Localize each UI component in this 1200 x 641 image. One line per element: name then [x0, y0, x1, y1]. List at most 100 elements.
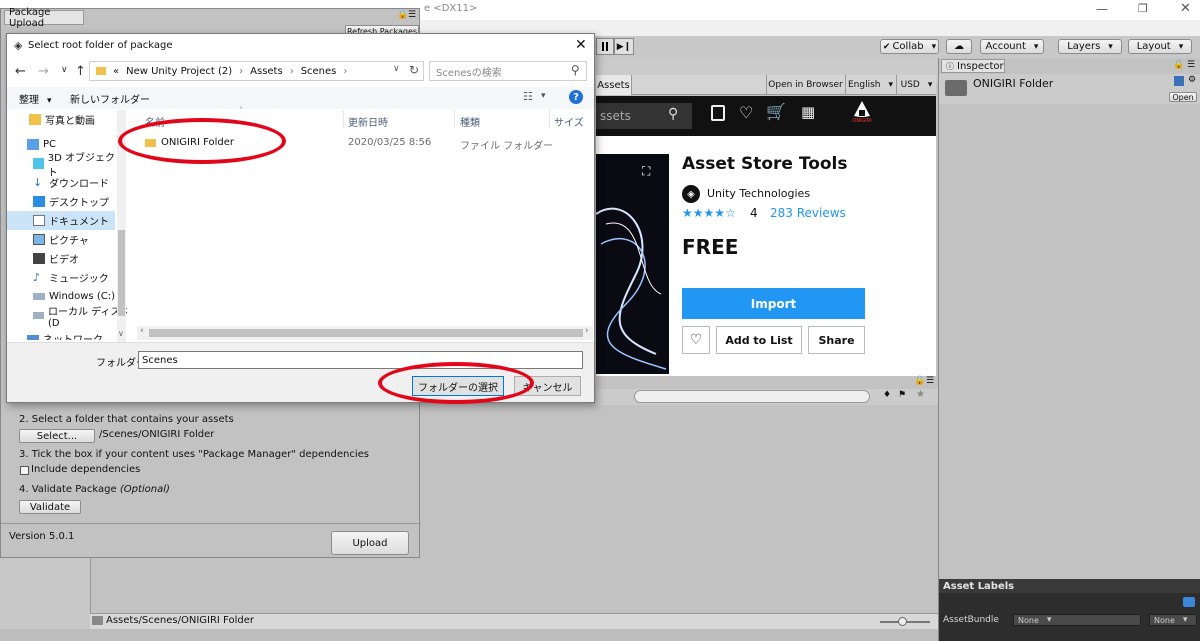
minimize-icon[interactable]: —	[1096, 2, 1108, 16]
nav-item-photos[interactable]: 写真と動画	[7, 110, 117, 129]
upload-button[interactable]: Upload	[331, 531, 409, 555]
settings-icon[interactable]: ⚙	[1188, 75, 1196, 85]
onigiri-logo[interactable]: ONIGIRI	[848, 100, 876, 132]
nav-label: ローカル ディスク (D	[47, 306, 127, 329]
product-image[interactable]: ⛶	[596, 154, 669, 374]
filter-icon[interactable]: ♦	[883, 390, 891, 400]
recent-chevron-icon[interactable]: ∨	[61, 65, 68, 75]
organize-label: 整理	[19, 95, 39, 106]
layout-dropdown[interactable]: Layout	[1128, 39, 1192, 54]
folder-icon	[29, 114, 41, 125]
inspector-menu-icon[interactable]: ☰	[1187, 60, 1195, 70]
address-bar[interactable]: « New Unity Project (2) › Assets › Scene…	[89, 61, 424, 81]
view-dropdown-icon[interactable]: ▾	[541, 91, 546, 101]
column-divider[interactable]	[454, 110, 455, 128]
address-dropdown-icon[interactable]: ∨	[393, 64, 400, 74]
breadcrumb-assets[interactable]: Assets	[250, 66, 283, 77]
selected-path: Assets/Scenes/ONIGIRI Folder	[106, 615, 254, 626]
folder-name-input[interactable]: Scenes	[138, 351, 583, 369]
fullscreen-icon[interactable]: ⛶	[642, 164, 650, 179]
file-list-hscrollbar[interactable]: ‹ ›	[137, 326, 593, 340]
nav-item-music[interactable]: ♪ ミュージック	[7, 268, 117, 287]
pu-lock-icon[interactable]: 🔒	[397, 10, 408, 20]
nav-item-videos[interactable]: ビデオ	[7, 249, 117, 268]
star-icon[interactable]: ★	[916, 389, 925, 400]
tab-package-upload[interactable]: Package Upload	[4, 7, 84, 29]
breadcrumb-overflow[interactable]: «	[113, 66, 119, 77]
add-to-list-button[interactable]: Add to List	[716, 326, 802, 354]
layers-dropdown[interactable]: Layers	[1058, 39, 1122, 54]
nav-item-3d-objects[interactable]: 3D オブジェクト	[7, 153, 117, 179]
column-size[interactable]: サイズ	[554, 114, 584, 129]
asset-bundle-dropdown[interactable]: None	[1013, 614, 1141, 626]
label-icon[interactable]: ⚑	[898, 390, 906, 400]
grid-icon[interactable]: ▦	[801, 103, 815, 121]
wishlist-button[interactable]: ♡	[682, 326, 710, 354]
heart-icon[interactable]: ♡	[739, 103, 753, 122]
pane-menu-icon[interactable]: ☰	[926, 376, 934, 386]
open-in-browser-button[interactable]: Open in Browser	[766, 75, 844, 95]
breadcrumb-scenes[interactable]: Scenes	[301, 66, 337, 77]
language-dropdown[interactable]: English	[845, 75, 895, 95]
pause-button[interactable]	[596, 38, 614, 55]
reviews-link[interactable]: 283 Reviews	[770, 206, 846, 220]
up-arrow-icon[interactable]: ↑	[75, 64, 86, 79]
help-icon[interactable]: ?	[569, 90, 583, 104]
view-options-icon[interactable]: ☷	[523, 90, 533, 103]
tab-assets[interactable]: Assets	[596, 75, 632, 95]
unity-logo-icon: ◈	[682, 185, 700, 203]
maximize-icon[interactable]: ❐	[1138, 2, 1148, 15]
publisher-link[interactable]: Unity Technologies	[707, 187, 810, 200]
asset-bundle-variant-dropdown[interactable]: None	[1149, 614, 1197, 626]
organize-menu[interactable]: 整理	[19, 91, 52, 106]
search-input[interactable]: Scenesの検索	[429, 61, 587, 81]
nav-item-documents[interactable]: ドキュメント	[7, 211, 115, 230]
collab-dropdown[interactable]: ✔ Collab	[880, 39, 939, 54]
nav-label: ネットワーク	[43, 331, 103, 340]
share-button[interactable]: Share	[808, 326, 865, 354]
tab-inspector[interactable]: ⓘ Inspector	[941, 59, 1005, 73]
nav-item-downloads[interactable]: ↓ ダウンロード	[7, 173, 117, 192]
scroll-left-icon[interactable]: ‹	[140, 326, 144, 336]
breadcrumb-project[interactable]: New Unity Project (2)	[126, 66, 232, 77]
downloads-icon[interactable]	[711, 105, 725, 121]
search-icon[interactable]: ⚲	[571, 63, 580, 77]
column-date[interactable]: 更新日時	[348, 114, 388, 129]
step-button[interactable]: ▶❙	[614, 38, 634, 55]
close-window-icon[interactable]: ✕	[1180, 1, 1191, 16]
refresh-icon[interactable]: ↻	[409, 63, 419, 77]
search-icon[interactable]: ⚲	[668, 106, 678, 122]
open-button[interactable]: Open	[1169, 92, 1197, 102]
back-arrow-icon[interactable]: ←	[15, 64, 26, 79]
nav-item-desktop[interactable]: デスクトップ	[7, 192, 117, 211]
account-dropdown[interactable]: Account	[980, 39, 1044, 54]
column-divider[interactable]	[343, 110, 344, 128]
new-folder-button[interactable]: 新しいフォルダー	[70, 91, 150, 106]
nav-item-local-disk-d[interactable]: ローカル ディスク (D	[7, 306, 127, 329]
tag-icon[interactable]	[1183, 597, 1195, 607]
column-type[interactable]: 種類	[460, 114, 480, 129]
rating-stars: ★★★★☆	[682, 206, 736, 220]
import-button[interactable]: Import	[682, 288, 865, 319]
zoom-slider-thumb[interactable]	[898, 617, 907, 626]
inspector-lock-icon[interactable]: 🔒	[1173, 60, 1184, 70]
pu-menu-icon[interactable]: ☰	[408, 10, 416, 20]
include-dependencies-checkbox[interactable]	[20, 466, 29, 475]
help-icon[interactable]	[1174, 76, 1184, 86]
cart-icon[interactable]: 🛒	[766, 102, 786, 121]
nav-item-network[interactable]: ネットワーク	[7, 329, 117, 340]
select-folder-button[interactable]: Select...	[19, 429, 95, 443]
forward-arrow-icon[interactable]: →	[38, 64, 49, 79]
nav-scrollbar-thumb[interactable]	[118, 230, 125, 316]
project-search-input[interactable]	[634, 390, 870, 403]
scroll-right-icon[interactable]: ›	[585, 326, 589, 336]
currency-dropdown[interactable]: USD	[896, 75, 936, 95]
column-divider[interactable]	[549, 110, 550, 128]
dialog-close-icon[interactable]: ✕	[575, 37, 587, 53]
nav-item-pictures[interactable]: ピクチャ	[7, 230, 117, 249]
hscroll-thumb[interactable]	[149, 329, 583, 337]
cloud-button[interactable]: ☁	[946, 39, 972, 54]
nav-scroll-down-icon[interactable]: ∨	[118, 329, 124, 338]
lock-icon[interactable]: 🔒	[914, 376, 925, 386]
validate-button[interactable]: Validate	[19, 500, 81, 514]
